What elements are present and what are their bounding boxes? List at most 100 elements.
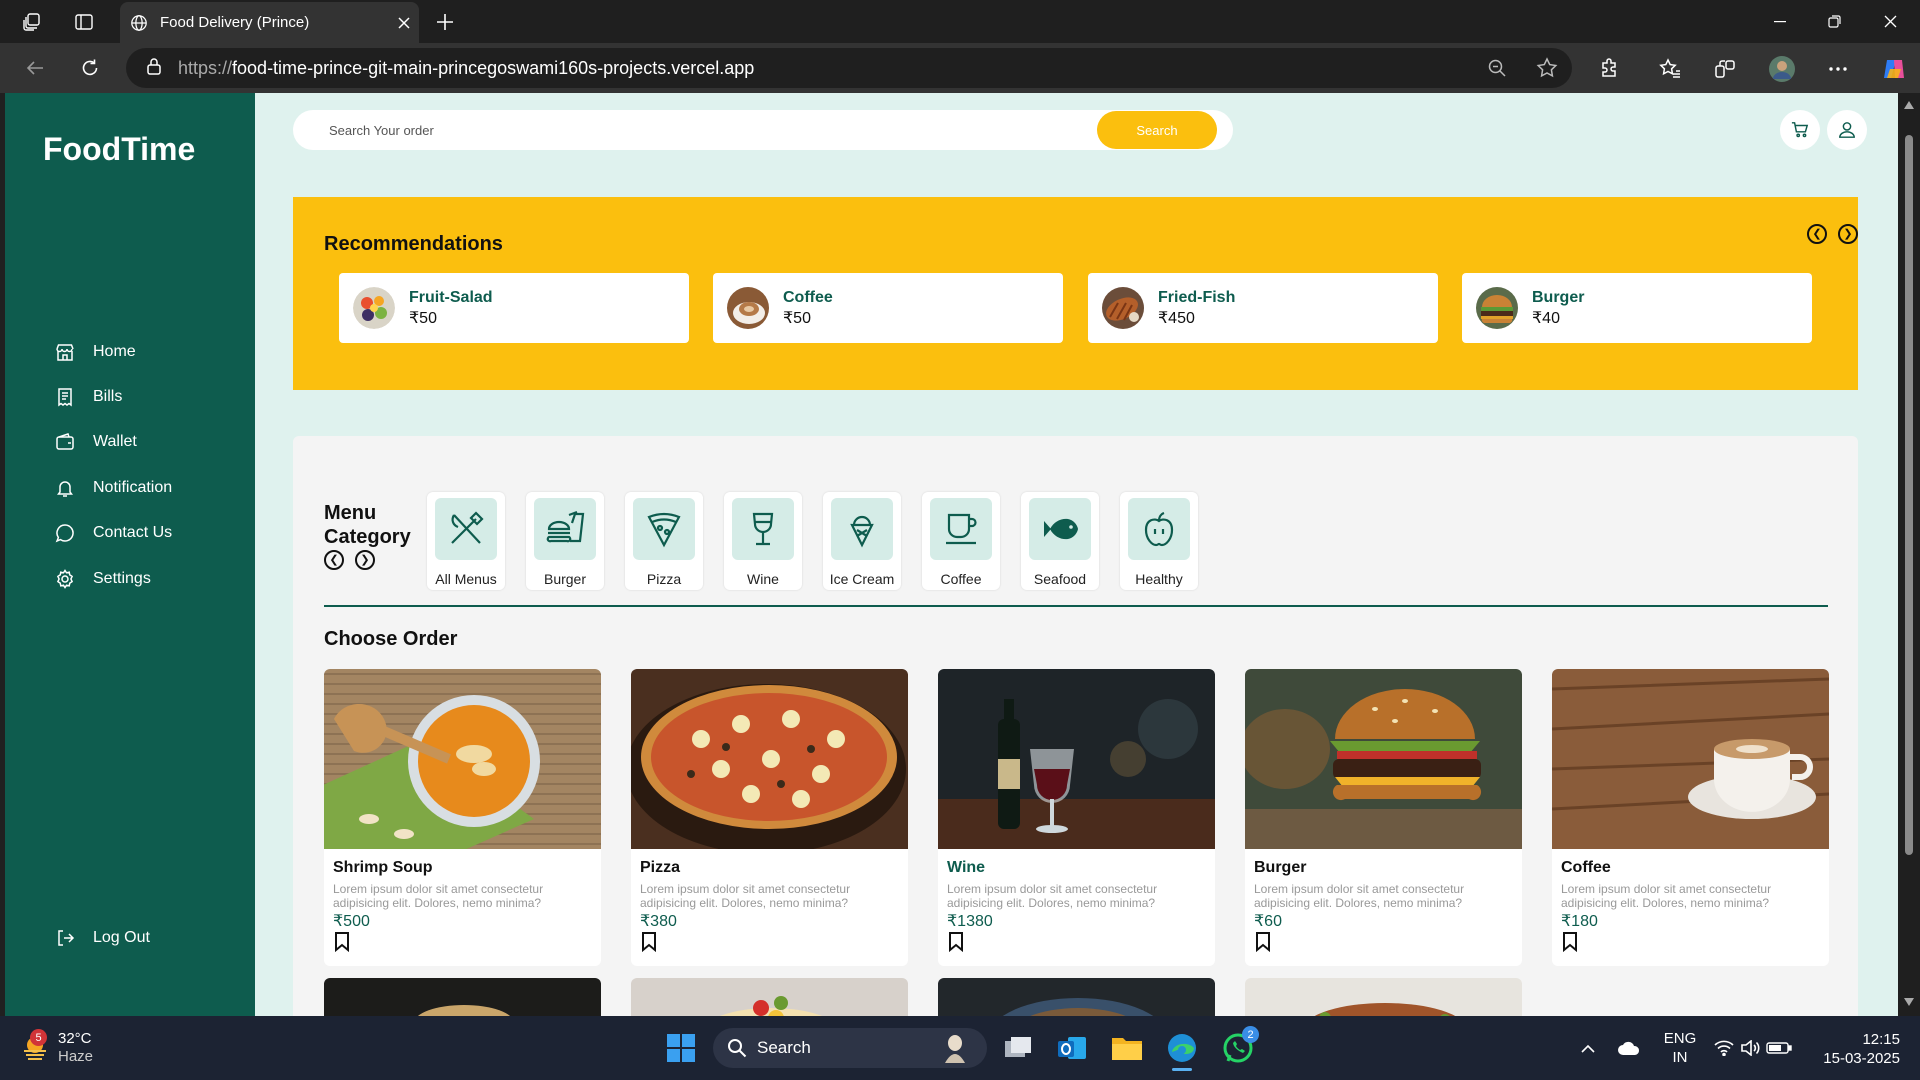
recommendation-card[interactable]: Fried-Fish ₹450 [1088, 273, 1438, 343]
food-card-burger[interactable]: Burger Lorem ipsum dolor sit amet consec… [1245, 669, 1522, 966]
search-button[interactable]: Search [1097, 111, 1217, 149]
recommendation-card[interactable]: Burger ₹40 [1462, 273, 1812, 343]
profile-avatar[interactable] [1768, 55, 1796, 83]
food-description: Lorem ipsum dolor sit amet consectetur a… [640, 882, 851, 910]
food-card-coffee[interactable]: Coffee Lorem ipsum dolor sit amet consec… [1552, 669, 1829, 966]
favorite-star-icon[interactable] [1522, 57, 1572, 79]
refresh-icon[interactable] [77, 55, 103, 81]
windows-start-icon[interactable] [663, 1030, 699, 1066]
food-name: Shrimp Soup [333, 859, 433, 876]
burger-icon [534, 498, 596, 560]
prev-arrow-icon[interactable]: ❮ [1807, 224, 1827, 244]
apple-icon [1128, 498, 1190, 560]
bookmark-icon[interactable] [1255, 932, 1271, 957]
language-indicator[interactable]: ENG IN [1660, 1016, 1700, 1080]
taskbar-search[interactable]: Search [713, 1028, 987, 1068]
web-page: FoodTime Home Bills Wallet Notification [5, 93, 1898, 1016]
food-card-partial[interactable] [938, 978, 1215, 1016]
food-name: Coffee [1561, 859, 1611, 876]
sidebar-item-label: Contact Us [93, 524, 173, 541]
scrollbar-thumb[interactable] [1905, 135, 1913, 855]
category-ice-cream[interactable]: Ice Cream [823, 492, 901, 590]
category-all-menus[interactable]: All Menus [427, 492, 505, 590]
category-label: Pizza [646, 571, 682, 587]
category-next-arrow-icon[interactable]: ❯ [355, 550, 375, 570]
workspaces-icon[interactable] [20, 10, 44, 34]
sidebar-item-bills[interactable]: Bills [55, 377, 122, 417]
copilot-icon[interactable] [1880, 55, 1908, 83]
category-burger[interactable]: Burger [526, 492, 604, 590]
recommendations-section: Recommendations ❮ ❯ Fruit-Salad ₹50 Coff… [293, 197, 1858, 390]
category-seafood[interactable]: Seafood [1021, 492, 1099, 590]
app-logo[interactable]: FoodTime [43, 131, 195, 168]
shrimp-soup-image [324, 669, 601, 859]
recommendation-card[interactable]: Fruit-Salad ₹50 [339, 273, 689, 343]
bookmark-icon[interactable] [334, 932, 350, 957]
sidebar-item-notification[interactable]: Notification [55, 468, 172, 508]
favorites-icon[interactable] [1656, 55, 1684, 83]
edge-browser-icon[interactable] [1164, 1030, 1200, 1071]
food-card-partial[interactable] [631, 978, 908, 1016]
lock-icon[interactable] [146, 57, 162, 80]
whatsapp-badge: 2 [1242, 1026, 1259, 1043]
collections-icon[interactable] [1711, 55, 1739, 83]
system-clock[interactable]: 12:15 15-03-2025 [1800, 1030, 1900, 1068]
bookmark-icon[interactable] [1562, 932, 1578, 957]
wallet-icon [55, 432, 81, 452]
tab-actions-icon[interactable] [72, 10, 96, 34]
food-card-partial[interactable] [1245, 978, 1522, 1016]
category-label: Burger [543, 571, 587, 587]
browser-tab[interactable]: Food Delivery (Prince) [120, 2, 419, 43]
scroll-down-icon[interactable] [1904, 998, 1914, 1006]
file-explorer-icon[interactable] [1109, 1030, 1145, 1066]
address-bar[interactable]: https://food-time-prince-git-main-prince… [126, 48, 1572, 88]
category-pizza[interactable]: Pizza [625, 492, 703, 590]
sidebar-item-wallet[interactable]: Wallet [55, 422, 137, 462]
scroll-up-icon[interactable] [1904, 101, 1914, 109]
recommendation-card[interactable]: Coffee ₹50 [713, 273, 1063, 343]
show-hidden-icons-chevron-icon[interactable] [1576, 1016, 1600, 1080]
page-scrollbar[interactable] [1898, 93, 1920, 1016]
food-card-wine[interactable]: Wine Lorem ipsum dolor sit amet consecte… [938, 669, 1215, 966]
onedrive-cloud-icon[interactable] [1614, 1016, 1644, 1080]
store-icon [55, 342, 81, 362]
food-card-shrimp-soup[interactable]: Shrimp Soup Lorem ipsum dolor sit amet c… [324, 669, 601, 966]
food-name: Wine [947, 859, 986, 876]
utensils-icon [435, 498, 497, 560]
category-wine[interactable]: Wine [724, 492, 802, 590]
zoom-out-icon[interactable] [1472, 58, 1522, 78]
close-window-icon[interactable] [1862, 0, 1918, 43]
food-card-partial[interactable] [324, 978, 601, 1016]
task-view-icon[interactable] [1000, 1030, 1036, 1066]
tab-title: Food Delivery (Prince) [160, 14, 310, 31]
sidebar-item-home[interactable]: Home [55, 332, 136, 372]
logout-button[interactable]: Log Out [55, 918, 150, 958]
sidebar-item-settings[interactable]: Settings [55, 559, 151, 599]
category-prev-arrow-icon[interactable]: ❮ [324, 550, 344, 570]
outlook-icon[interactable] [1054, 1030, 1090, 1066]
search-icon [728, 1039, 747, 1058]
bookmark-icon[interactable] [641, 932, 657, 957]
sidebar-item-contact-us[interactable]: Contact Us [55, 513, 172, 553]
new-tab-icon[interactable] [432, 9, 458, 35]
weather-widget[interactable]: 5 32°C Haze [20, 1029, 93, 1066]
category-coffee[interactable]: Coffee [922, 492, 1000, 590]
whatsapp-icon[interactable]: 2 [1220, 1026, 1259, 1066]
restore-icon[interactable] [1806, 0, 1862, 43]
food-description: Lorem ipsum dolor sit amet consectetur a… [1254, 882, 1465, 910]
close-tab-icon[interactable] [389, 16, 419, 29]
wifi-icon[interactable] [1712, 1016, 1736, 1080]
volume-icon[interactable] [1738, 1016, 1762, 1080]
back-arrow-icon[interactable] [22, 55, 48, 81]
user-profile-button[interactable] [1827, 110, 1867, 150]
minimize-icon[interactable] [1752, 0, 1808, 43]
bookmark-icon[interactable] [948, 932, 964, 957]
extensions-icon[interactable] [1596, 55, 1624, 83]
recommendation-name: Fruit-Salad [409, 288, 493, 306]
category-healthy[interactable]: Healthy [1120, 492, 1198, 590]
more-options-icon[interactable] [1824, 55, 1852, 83]
food-card-pizza[interactable]: Pizza Lorem ipsum dolor sit amet consect… [631, 669, 908, 966]
cart-button[interactable] [1780, 110, 1820, 150]
battery-icon[interactable] [1764, 1016, 1794, 1080]
next-arrow-icon[interactable]: ❯ [1838, 224, 1858, 244]
